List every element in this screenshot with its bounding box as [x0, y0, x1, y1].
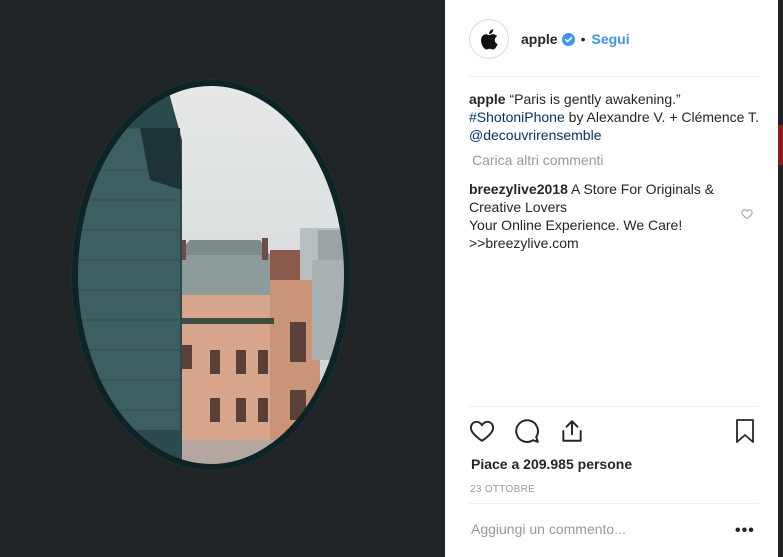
- post-author-username[interactable]: apple: [521, 31, 558, 47]
- header-divider: [469, 76, 759, 77]
- load-more-comments-button[interactable]: Carica altri commenti: [472, 152, 603, 168]
- comment-item: breezylive2018 A Store For Originals & C…: [469, 180, 739, 252]
- comment-input-divider: [469, 503, 759, 504]
- post-actions-bar: [469, 418, 759, 446]
- post-sidebar: apple • Segui apple “Paris is gently awa…: [445, 0, 783, 557]
- bookmark-icon[interactable]: [733, 418, 757, 444]
- post-date[interactable]: 23 OTTOBRE: [470, 484, 535, 495]
- background-strip: [778, 0, 783, 557]
- heart-icon[interactable]: [469, 418, 495, 444]
- likes-count[interactable]: Piace a 209.985 persone: [471, 456, 632, 472]
- paris-window-photo: [71, 79, 351, 471]
- caption-hashtag[interactable]: #ShotoniPhone: [469, 109, 565, 125]
- caption-credit: by Alexandre V. + Clémence T.: [568, 109, 759, 125]
- separator-dot: •: [580, 31, 586, 47]
- share-icon[interactable]: [559, 418, 585, 444]
- post-header: apple • Segui: [469, 18, 759, 60]
- comment-username[interactable]: breezylive2018: [469, 181, 568, 197]
- comment-bubble-icon[interactable]: [514, 418, 540, 444]
- background-accent: [778, 125, 783, 165]
- comment-text-line3: >>breezylive.com: [469, 235, 579, 251]
- caption-mention[interactable]: @decouvrirensemble: [469, 127, 602, 143]
- more-options-button[interactable]: •••: [735, 522, 755, 540]
- comment-like-heart-icon[interactable]: [741, 208, 753, 220]
- verified-badge-icon: [561, 32, 575, 46]
- post-photo[interactable]: [0, 0, 445, 557]
- apple-logo-icon[interactable]: [469, 19, 509, 59]
- post-caption: apple “Paris is gently awakening.” #Shot…: [469, 90, 759, 144]
- actions-divider: [469, 406, 759, 407]
- caption-text: “Paris is gently awakening.”: [509, 91, 681, 107]
- add-comment-input[interactable]: Aggiungi un commento...: [471, 521, 626, 537]
- caption-username[interactable]: apple: [469, 91, 506, 107]
- follow-button[interactable]: Segui: [591, 31, 629, 47]
- comment-text-line2: Your Online Experience. We Care!: [469, 217, 683, 233]
